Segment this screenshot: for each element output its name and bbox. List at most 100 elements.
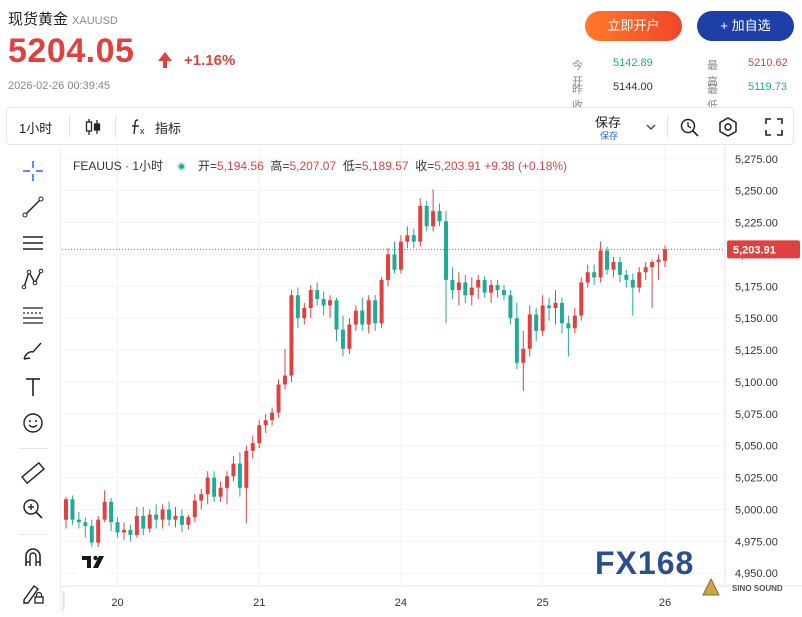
candle-body xyxy=(663,249,667,261)
legend-change: +9.38 xyxy=(484,159,515,173)
candle-body xyxy=(121,529,126,533)
candle-body xyxy=(405,235,410,242)
chart-toolbar: 1小时 x 指标 保存 保存 xyxy=(6,107,794,145)
candle-body xyxy=(328,300,333,306)
candle-body xyxy=(186,517,191,525)
candle-body xyxy=(353,310,358,325)
svg-text:x: x xyxy=(140,126,145,136)
toolbar-divider xyxy=(667,117,668,137)
legend-change-pct: (+0.18%) xyxy=(518,159,568,173)
candle-body xyxy=(289,295,294,376)
candle-body xyxy=(592,272,597,278)
candle-body xyxy=(553,302,558,308)
ruler-icon[interactable] xyxy=(20,460,46,486)
candle-body xyxy=(366,300,371,325)
candle-body xyxy=(463,282,468,296)
candle-body xyxy=(444,221,449,280)
candle-body xyxy=(637,272,642,288)
y-tick-label: 5,050.00 xyxy=(735,441,778,453)
candle-body xyxy=(270,412,275,421)
candle-body xyxy=(418,205,423,242)
trendline-icon[interactable] xyxy=(20,194,46,220)
y-tick-label: 5,125.00 xyxy=(735,345,778,357)
candle-body xyxy=(192,500,197,518)
candle-body xyxy=(250,443,255,451)
brush-icon[interactable] xyxy=(20,338,46,364)
candlestick-icon[interactable] xyxy=(83,117,103,137)
y-tick-label: 5,075.00 xyxy=(735,409,778,421)
candle-body xyxy=(257,425,262,444)
candle-body xyxy=(630,279,635,288)
candle-body xyxy=(141,515,146,529)
timeframe-select[interactable]: 1小时 xyxy=(19,118,52,137)
candle-body xyxy=(218,487,223,497)
candle-body xyxy=(302,307,307,319)
zoom-in-icon[interactable] xyxy=(20,496,46,522)
x-tick-label: 24 xyxy=(395,597,407,609)
candle-body xyxy=(534,314,539,331)
chevron-down-icon[interactable] xyxy=(645,121,657,133)
text-icon[interactable] xyxy=(20,374,46,400)
quote-low-value: 5119.73 xyxy=(748,81,787,93)
legend-high-key: 高= xyxy=(270,159,290,173)
candle-body xyxy=(70,499,75,520)
candle-body xyxy=(559,302,564,324)
change-percent: +1.16% xyxy=(184,52,236,69)
y-tick-label: 4,950.00 xyxy=(735,568,778,580)
candle-body xyxy=(424,205,429,227)
candle-body xyxy=(109,501,114,523)
settings-hex-icon[interactable] xyxy=(717,116,739,138)
candle-body xyxy=(231,463,236,477)
candle-body xyxy=(167,509,172,520)
legend-low-key: 低= xyxy=(342,159,362,173)
candle-body xyxy=(456,282,461,291)
candle-body xyxy=(102,501,107,520)
candle-body xyxy=(96,519,101,543)
candle-body xyxy=(411,235,416,242)
quote-header: 现货黄金 XAUUSD 5204.05 +1.16% 2026-02-26 00:… xyxy=(0,0,802,112)
y-tick-label: 5,150.00 xyxy=(735,313,778,325)
candle-body xyxy=(437,211,442,222)
x-tick-label: 26 xyxy=(659,597,671,609)
legend-open-key: 开= xyxy=(198,159,218,173)
ohlc-legend: FEAUUS · 1小时 开=5,194.56 高=5,207.07 低=5,18… xyxy=(73,157,567,174)
y-tick-label: 5,025.00 xyxy=(735,473,778,485)
price-chart[interactable]: 5,275.005,250.005,225.005,200.005,175.00… xyxy=(62,146,802,612)
emoji-icon[interactable] xyxy=(20,410,46,436)
add-watchlist-button[interactable]: + 加自选 xyxy=(697,11,794,41)
quote-high-value: 5210.62 xyxy=(748,57,788,69)
drawing-tools-rail xyxy=(6,146,61,612)
candle-body xyxy=(334,300,339,330)
candle-body xyxy=(321,299,326,306)
candle-body xyxy=(624,274,629,280)
candle-body xyxy=(360,310,365,325)
tradingview-logo-icon[interactable] xyxy=(76,547,110,575)
candle-body xyxy=(482,279,487,293)
replay-icon[interactable] xyxy=(679,116,701,138)
y-tick-label: 5,100.00 xyxy=(735,377,778,389)
save-sub-label: 保存 xyxy=(600,131,619,141)
horizontal-lines-icon[interactable] xyxy=(20,230,46,256)
lock-draw-icon[interactable] xyxy=(20,580,46,606)
candle-body xyxy=(643,267,648,273)
fib-icon[interactable] xyxy=(20,302,46,328)
legend-open: 5,194.56 xyxy=(217,159,264,173)
candle-body xyxy=(263,420,268,426)
candle-body xyxy=(212,477,217,497)
magnet-icon[interactable] xyxy=(20,544,46,570)
candle-body xyxy=(225,476,230,488)
x-tick-label: 20 xyxy=(111,597,123,609)
scroll-handle xyxy=(62,591,65,611)
candle-body xyxy=(527,314,532,349)
candle-body xyxy=(611,262,616,270)
candle-body xyxy=(379,279,384,324)
candle-body xyxy=(501,290,506,296)
crosshair-icon[interactable] xyxy=(20,158,46,184)
open-account-button[interactable]: 立即开户 xyxy=(585,11,682,41)
function-icon[interactable]: x xyxy=(129,117,151,137)
pattern-icon[interactable] xyxy=(20,266,46,292)
fullscreen-icon[interactable] xyxy=(763,116,785,138)
indicators-button[interactable]: 指标 xyxy=(155,118,181,137)
candle-body xyxy=(134,515,139,535)
last-price-tag-label: 5,203.91 xyxy=(733,244,776,256)
